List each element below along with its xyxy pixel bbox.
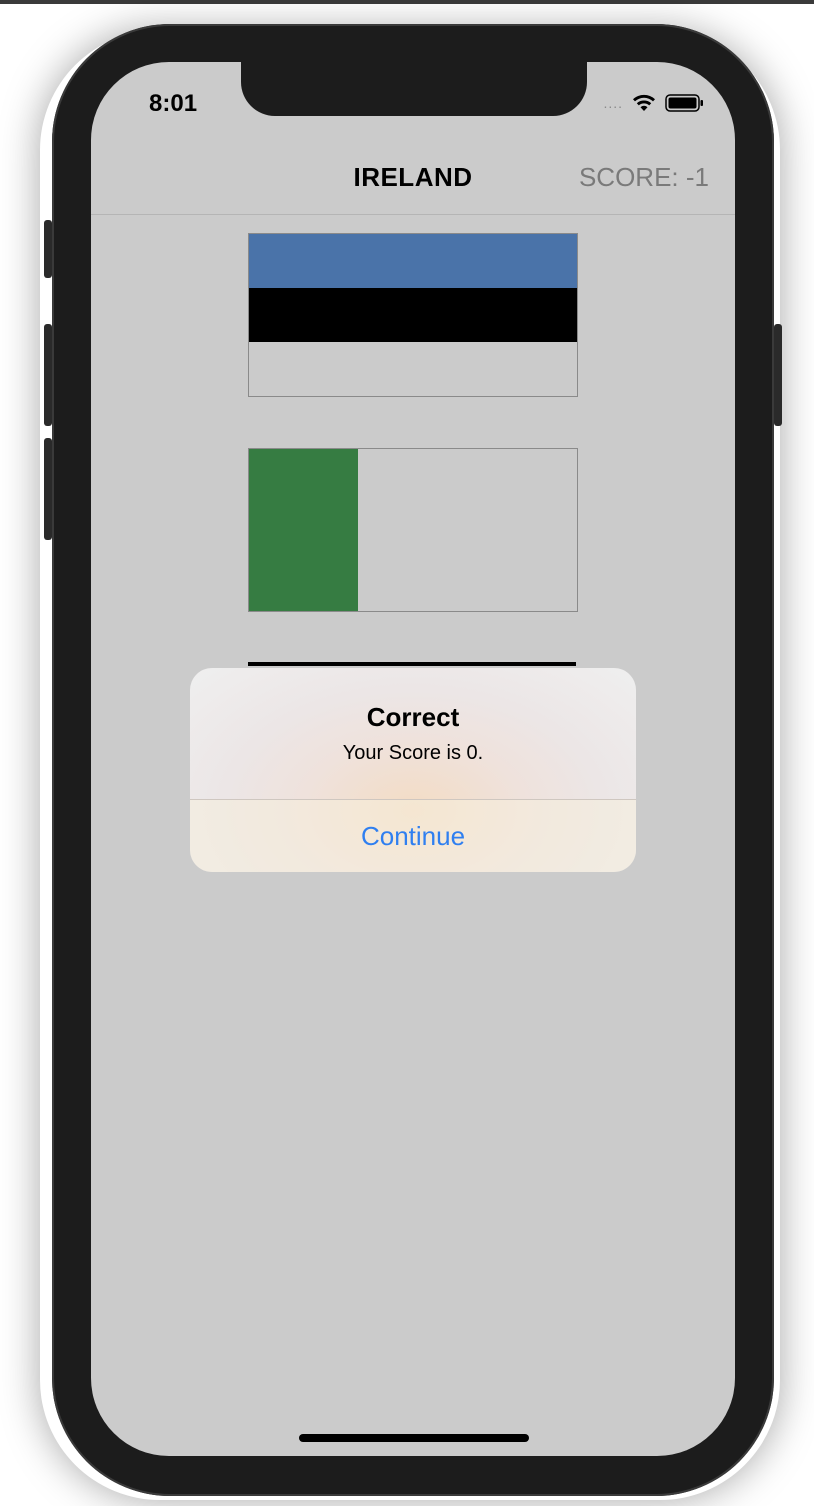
status-icons: ....: [603, 92, 705, 114]
alert-title: Correct: [366, 702, 460, 732]
flag-band: [249, 449, 359, 611]
signal-icon: ....: [603, 95, 623, 111]
flag-button-ireland[interactable]: [248, 448, 578, 612]
alert-dialog: Correct Your Score is 0. Continue: [190, 668, 636, 872]
continue-button[interactable]: Continue: [190, 800, 636, 872]
alert-message: Your Score is 0.: [342, 742, 484, 764]
status-time: 8:01: [149, 90, 198, 117]
alert-body: Correct Your Score is 0.: [190, 668, 636, 799]
battery-icon: [665, 93, 705, 113]
volume-down-button: [44, 438, 52, 540]
flag-band: [249, 288, 577, 342]
phone-screen: 8:01 .... IRELAND SCORE: -1 Correct Your…: [91, 62, 735, 1456]
home-indicator[interactable]: [299, 1434, 529, 1442]
flag-band: [249, 234, 577, 288]
flag-band: [249, 611, 358, 612]
power-button: [774, 324, 782, 426]
score-label: SCORE: -1: [578, 162, 709, 192]
flag-button-estonia[interactable]: [248, 233, 578, 397]
silent-switch: [44, 220, 52, 278]
wifi-icon: [631, 93, 657, 113]
navigation-bar: IRELAND SCORE: -1: [91, 148, 735, 215]
flag-band: [358, 449, 468, 611]
volume-up-button: [44, 324, 52, 426]
flag-band: [249, 342, 577, 396]
window-top-bar: [0, 0, 814, 4]
notch: [241, 62, 587, 116]
